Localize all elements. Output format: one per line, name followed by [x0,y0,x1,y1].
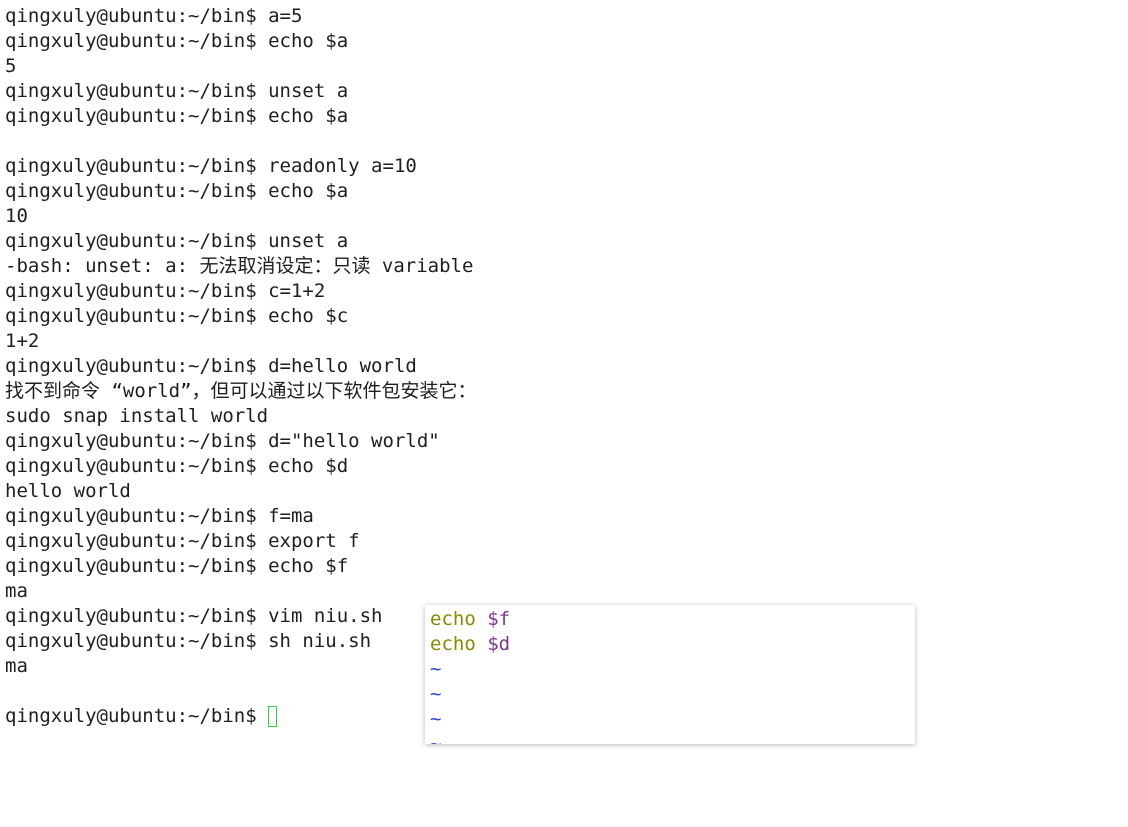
shell-prompt: qingxuly@ubuntu:~/bin$ [5,230,269,252]
output-text: hello world [5,480,131,502]
shell-prompt: qingxuly@ubuntu:~/bin$ [5,530,269,552]
shell-prompt: qingxuly@ubuntu:~/bin$ [5,280,269,302]
command-text: echo $a [268,30,349,52]
terminal-history: qingxuly@ubuntu:~/bin$ a=5 qingxuly@ubunt… [5,4,1115,704]
command-text: d="hello world" [268,430,440,452]
command-text: unset a [268,80,349,102]
shell-prompt: qingxuly@ubuntu:~/bin$ [5,155,269,177]
shell-prompt: qingxuly@ubuntu:~/bin$ [5,455,269,477]
vim-keyword: echo [430,633,476,655]
command-text: echo $d [268,455,349,477]
terminal-command-line: qingxuly@ubuntu:~/bin$ f=ma [5,504,1115,529]
shell-prompt: qingxuly@ubuntu:~/bin$ [5,180,269,202]
shell-prompt: qingxuly@ubuntu:~/bin$ [5,30,269,52]
command-text: unset a [268,230,349,252]
shell-prompt: qingxuly@ubuntu:~/bin$ [5,105,269,127]
command-text: c=1+2 [268,280,326,302]
terminal-command-line: qingxuly@ubuntu:~/bin$ echo $f [5,554,1115,579]
command-text: d=hello world [268,355,417,377]
terminal-command-line: qingxuly@ubuntu:~/bin$ echo $c [5,304,1115,329]
terminal-command-line: qingxuly@ubuntu:~/bin$ echo $a [5,179,1115,204]
terminal-cursor [268,706,278,727]
output-text: sudo snap install world [5,405,269,427]
shell-prompt: qingxuly@ubuntu:~/bin$ [5,630,269,652]
command-text: export f [268,530,360,552]
terminal-command-line: qingxuly@ubuntu:~/bin$ unset a [5,79,1115,104]
terminal-command-line: qingxuly@ubuntu:~/bin$ unset a [5,229,1115,254]
terminal-output-line: 找不到命令 “world”，但可以通过以下软件包安装它： [5,379,1115,404]
terminal-output-line: hello world [5,479,1115,504]
output-text: ma [5,655,28,677]
shell-prompt: qingxuly@ubuntu:~/bin$ [5,80,269,102]
terminal-command-line: qingxuly@ubuntu:~/bin$ echo $a [5,104,1115,129]
shell-prompt: qingxuly@ubuntu:~/bin$ [5,305,269,327]
command-text: sh niu.sh [268,630,372,652]
terminal-output-line: -bash: unset: a: 无法取消设定：只读 variable [5,254,1115,279]
output-text: -bash: unset: a: 无法取消设定：只读 variable [5,255,474,277]
vim-empty-line-tilde: ~ [430,708,442,730]
terminal-output-line: 5 [5,54,1115,79]
vim-editor-popup[interactable]: echo $f echo $d ~ ~ ~ ~ [425,605,915,744]
shell-prompt: qingxuly@ubuntu:~/bin$ [5,555,269,577]
terminal-command-line: qingxuly@ubuntu:~/bin$ readonly a=10 [5,154,1115,179]
command-text: echo $c [268,305,349,327]
vim-empty-line-tilde: ~ [430,733,442,744]
shell-prompt: qingxuly@ubuntu:~/bin$ [5,355,269,377]
terminal-command-line: qingxuly@ubuntu:~/bin$ c=1+2 [5,279,1115,304]
vim-empty-line-tilde: ~ [430,683,442,705]
command-text: echo $f [268,555,349,577]
shell-prompt: qingxuly@ubuntu:~/bin$ [5,430,269,452]
shell-prompt: qingxuly@ubuntu:~/bin$ [5,505,269,527]
vim-variable: $f [487,608,511,630]
current-prompt: qingxuly@ubuntu:~/bin$ [5,705,269,727]
output-text: 1+2 [5,330,40,352]
terminal-output-line: 10 [5,204,1115,229]
shell-prompt: qingxuly@ubuntu:~/bin$ [5,5,269,27]
terminal-command-line: qingxuly@ubuntu:~/bin$ d=hello world [5,354,1115,379]
command-text: echo $a [268,105,349,127]
vim-empty-line-tilde: ~ [430,658,442,680]
output-text: 10 [5,205,28,227]
output-text: 找不到命令 “world”，但可以通过以下软件包安装它： [5,380,477,402]
vim-keyword: echo [430,608,476,630]
vim-variable: $d [487,633,511,655]
vim-line: echo $f [430,607,510,632]
shell-prompt: qingxuly@ubuntu:~/bin$ [5,605,269,627]
vim-line: echo $d [430,632,510,657]
command-text: readonly a=10 [268,155,417,177]
terminal-output-line: 1+2 [5,329,1115,354]
terminal-command-line: qingxuly@ubuntu:~/bin$ a=5 [5,4,1115,29]
terminal-command-line: qingxuly@ubuntu:~/bin$ d="hello world" [5,429,1115,454]
command-text: a=5 [268,5,303,27]
output-text: 5 [5,55,17,77]
terminal-output-line: ma [5,579,1115,604]
terminal-command-line: qingxuly@ubuntu:~/bin$ export f [5,529,1115,554]
command-text: f=ma [268,505,314,527]
terminal-command-line: qingxuly@ubuntu:~/bin$ echo $d [5,454,1115,479]
command-text: echo $a [268,180,349,202]
output-text: ma [5,580,28,602]
command-text: vim niu.sh [268,605,383,627]
terminal-output-line: sudo snap install world [5,404,1115,429]
terminal-command-line: qingxuly@ubuntu:~/bin$ echo $a [5,29,1115,54]
